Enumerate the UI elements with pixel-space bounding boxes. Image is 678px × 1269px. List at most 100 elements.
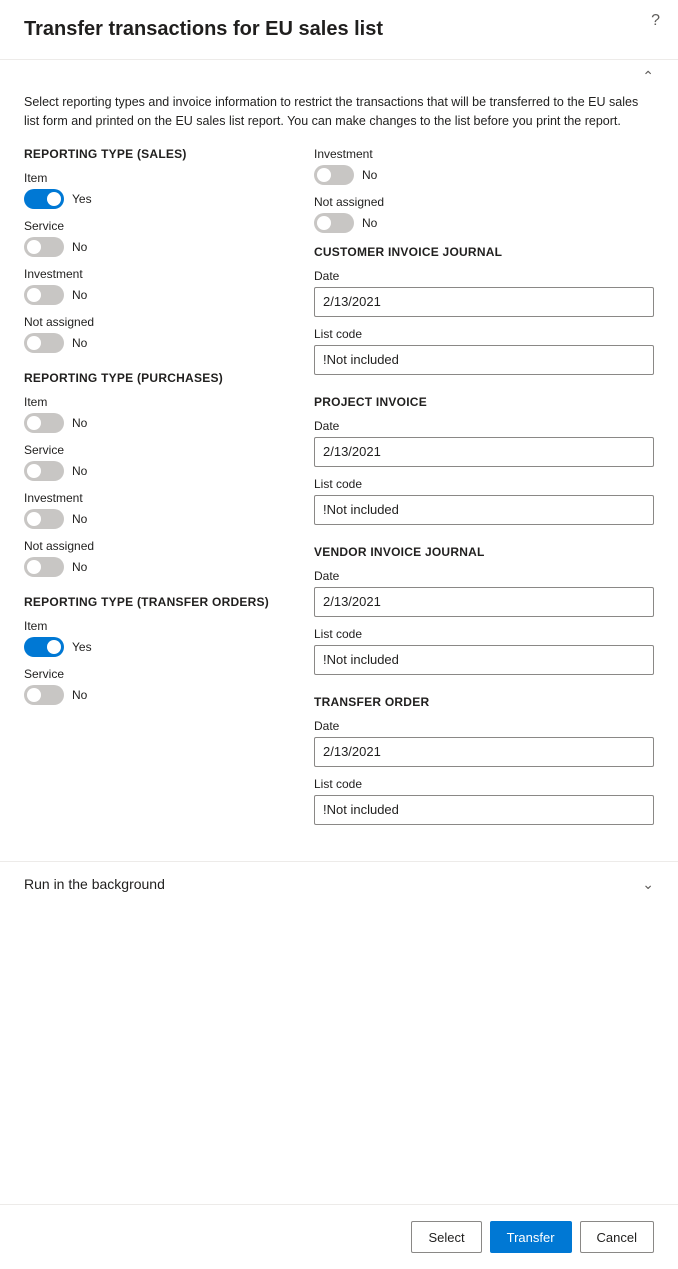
sales-investment-toggle[interactable] xyxy=(24,285,64,305)
transfer-order-section: TRANSFER ORDER Date List code xyxy=(314,695,654,825)
right-sales-notassigned-toggle[interactable] xyxy=(314,213,354,233)
sales-item-toggle-container[interactable]: Yes xyxy=(24,189,294,209)
purchases-service-value: No xyxy=(72,464,87,478)
sales-investment-toggle-thumb xyxy=(27,288,41,302)
purchases-notassigned-toggle[interactable] xyxy=(24,557,64,577)
project-invoice-date-group: Date xyxy=(314,419,654,467)
vendor-invoice-date-input[interactable] xyxy=(314,587,654,617)
right-sales-investment-toggle-row: Investment No xyxy=(314,147,654,185)
transfer-service-toggle-container[interactable]: No xyxy=(24,685,294,705)
project-invoice-listcode-input[interactable] xyxy=(314,495,654,525)
transfer-service-toggle-row: Service No xyxy=(24,667,294,705)
right-sales-investment-label: Investment xyxy=(314,147,654,161)
project-invoice-listcode-group: List code xyxy=(314,477,654,525)
reporting-sales-title: REPORTING TYPE (SALES) xyxy=(24,147,294,161)
purchases-notassigned-toggle-container[interactable]: No xyxy=(24,557,294,577)
run-background-section[interactable]: Run in the background ⌄ xyxy=(0,861,678,907)
sales-notassigned-toggle-row: Not assigned No xyxy=(24,315,294,353)
purchases-investment-label: Investment xyxy=(24,491,294,505)
sales-investment-label: Investment xyxy=(24,267,294,281)
right-sales-investment-value: No xyxy=(362,168,377,182)
right-sales-notassigned-toggle-row: Not assigned No xyxy=(314,195,654,233)
customer-invoice-listcode-group: List code xyxy=(314,327,654,375)
purchases-item-toggle-container[interactable]: No xyxy=(24,413,294,433)
transfer-item-value: Yes xyxy=(72,640,92,654)
right-sales-investment-toggle[interactable] xyxy=(314,165,354,185)
right-sales-investment-toggle-container[interactable]: No xyxy=(314,165,654,185)
vendor-invoice-listcode-label: List code xyxy=(314,627,654,641)
vendor-invoice-title: VENDOR INVOICE JOURNAL xyxy=(314,545,654,559)
sales-service-toggle-container[interactable]: No xyxy=(24,237,294,257)
vendor-invoice-section: VENDOR INVOICE JOURNAL Date List code xyxy=(314,545,654,675)
purchases-item-toggle-row: Item No xyxy=(24,395,294,433)
transfer-order-listcode-label: List code xyxy=(314,777,654,791)
sales-notassigned-toggle-container[interactable]: No xyxy=(24,333,294,353)
vendor-invoice-date-group: Date xyxy=(314,569,654,617)
reporting-sales-section: REPORTING TYPE (SALES) Item Yes Service xyxy=(24,147,294,353)
section-collapse-header[interactable]: ⌃ xyxy=(0,60,678,89)
transfer-button[interactable]: Transfer xyxy=(490,1221,572,1253)
right-sales-notassigned-value: No xyxy=(362,216,377,230)
transfer-service-toggle[interactable] xyxy=(24,685,64,705)
vendor-invoice-listcode-group: List code xyxy=(314,627,654,675)
project-invoice-section: PROJECT INVOICE Date List code xyxy=(314,395,654,525)
transfer-service-label: Service xyxy=(24,667,294,681)
transfer-item-toggle[interactable] xyxy=(24,637,64,657)
sales-notassigned-label: Not assigned xyxy=(24,315,294,329)
transfer-order-date-input[interactable] xyxy=(314,737,654,767)
purchases-notassigned-value: No xyxy=(72,560,87,574)
right-top-toggles: Investment No Not assigned No xyxy=(314,147,654,233)
transfer-item-toggle-container[interactable]: Yes xyxy=(24,637,294,657)
reporting-transfer-title: REPORTING TYPE (TRANSFER ORDERS) xyxy=(24,595,294,609)
transfer-order-date-group: Date xyxy=(314,719,654,767)
transfer-item-toggle-row: Item Yes xyxy=(24,619,294,657)
transfer-order-listcode-group: List code xyxy=(314,777,654,825)
purchases-service-toggle-thumb xyxy=(27,464,41,478)
customer-invoice-listcode-input[interactable] xyxy=(314,345,654,375)
chevron-up-icon: ⌃ xyxy=(642,68,654,85)
section-description: Select reporting types and invoice infor… xyxy=(0,89,678,147)
cancel-button[interactable]: Cancel xyxy=(580,1221,654,1253)
transfer-item-toggle-thumb xyxy=(47,640,61,654)
purchases-investment-toggle-container[interactable]: No xyxy=(24,509,294,529)
left-column: REPORTING TYPE (SALES) Item Yes Service xyxy=(24,147,314,845)
sales-service-label: Service xyxy=(24,219,294,233)
customer-invoice-date-label: Date xyxy=(314,269,654,283)
reporting-transfer-section: REPORTING TYPE (TRANSFER ORDERS) Item Ye… xyxy=(24,595,294,705)
purchases-service-toggle[interactable] xyxy=(24,461,64,481)
purchases-notassigned-label: Not assigned xyxy=(24,539,294,553)
project-invoice-date-input[interactable] xyxy=(314,437,654,467)
vendor-invoice-listcode-input[interactable] xyxy=(314,645,654,675)
purchases-investment-toggle-thumb xyxy=(27,512,41,526)
sales-investment-value: No xyxy=(72,288,87,302)
purchases-service-toggle-container[interactable]: No xyxy=(24,461,294,481)
purchases-service-label: Service xyxy=(24,443,294,457)
sales-notassigned-toggle-thumb xyxy=(27,336,41,350)
transfer-order-date-label: Date xyxy=(314,719,654,733)
purchases-notassigned-toggle-thumb xyxy=(27,560,41,574)
purchases-item-toggle-thumb xyxy=(27,416,41,430)
transfer-service-value: No xyxy=(72,688,87,702)
reporting-purchases-title: REPORTING TYPE (PURCHASES) xyxy=(24,371,294,385)
customer-invoice-section: CUSTOMER INVOICE JOURNAL Date List code xyxy=(314,245,654,375)
purchases-investment-toggle[interactable] xyxy=(24,509,64,529)
purchases-item-toggle[interactable] xyxy=(24,413,64,433)
right-sales-notassigned-toggle-container[interactable]: No xyxy=(314,213,654,233)
page-title: Transfer transactions for EU sales list xyxy=(0,0,678,41)
sales-investment-toggle-container[interactable]: No xyxy=(24,285,294,305)
customer-invoice-title: CUSTOMER INVOICE JOURNAL xyxy=(314,245,654,259)
transfer-order-listcode-input[interactable] xyxy=(314,795,654,825)
select-button[interactable]: Select xyxy=(411,1221,481,1253)
purchases-service-toggle-row: Service No xyxy=(24,443,294,481)
help-icon[interactable]: ? xyxy=(651,12,660,30)
sales-service-value: No xyxy=(72,240,87,254)
transfer-order-title: TRANSFER ORDER xyxy=(314,695,654,709)
sales-item-toggle-row: Item Yes xyxy=(24,171,294,209)
sales-item-label: Item xyxy=(24,171,294,185)
sales-notassigned-toggle[interactable] xyxy=(24,333,64,353)
sales-investment-toggle-row: Investment No xyxy=(24,267,294,305)
sales-item-toggle[interactable] xyxy=(24,189,64,209)
sales-service-toggle[interactable] xyxy=(24,237,64,257)
project-invoice-date-label: Date xyxy=(314,419,654,433)
customer-invoice-date-input[interactable] xyxy=(314,287,654,317)
